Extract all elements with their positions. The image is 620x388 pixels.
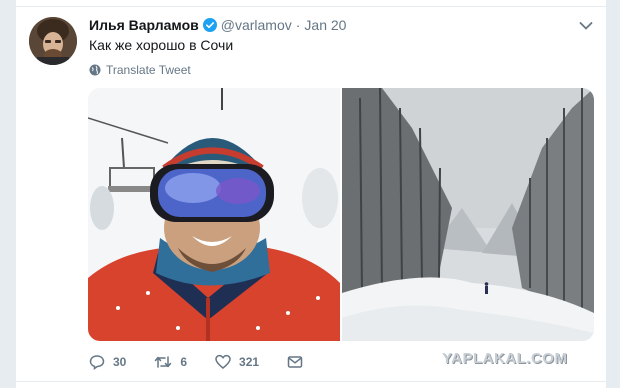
avatar[interactable] [29,17,77,65]
reply-count: 30 [113,355,127,369]
like-count: 321 [239,355,260,369]
author-handle[interactable]: @varlamov [221,17,292,33]
globe-icon [89,64,101,76]
divider [16,6,606,7]
tweet-date[interactable]: Jan 20 [304,17,346,33]
tweet-text: Как же хорошо в Сочи [89,37,234,53]
separator: · [295,17,301,33]
retweet-icon [155,356,172,368]
snowy-forest-photo[interactable] [342,88,594,341]
tweet-header: Илья Варламов @varlamov · Jan 20 [89,15,346,35]
translate-tweet-link[interactable]: Translate Tweet [89,63,191,77]
retweet-count: 6 [180,355,188,369]
watermark: YAPLAKAL.COM [442,350,568,367]
heart-icon [215,354,231,369]
tweet-actions: 30 6 321 [89,352,339,372]
like-button[interactable]: 321 [215,354,259,370]
chevron-down-icon[interactable] [579,18,593,30]
media-gallery[interactable] [88,88,594,341]
reply-button[interactable]: 30 [89,354,126,370]
retweet-button[interactable]: 6 [154,354,187,370]
translate-label: Translate Tweet [106,63,191,77]
verified-badge-icon [202,18,217,32]
dm-button[interactable] [287,354,311,370]
selfie-photo[interactable] [88,88,340,341]
envelope-icon [287,356,303,368]
author-fullname[interactable]: Илья Варламов [89,17,199,33]
reply-icon [89,355,105,370]
tweet-card[interactable]: Илья Варламов @varlamov · Jan 20 Как же … [15,0,607,388]
divider [16,381,606,382]
